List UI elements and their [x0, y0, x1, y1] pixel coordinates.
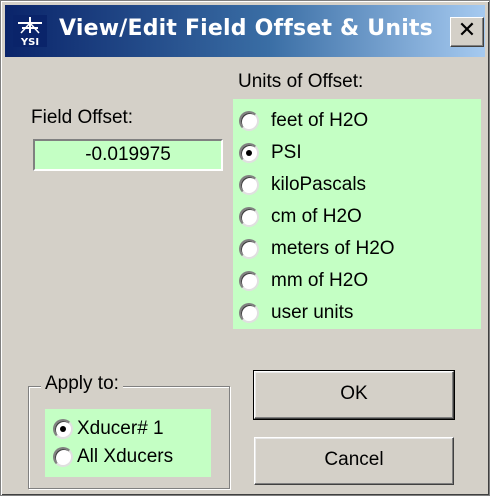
radio-selected-dot — [246, 150, 252, 156]
radio-button-selected[interactable] — [239, 143, 259, 163]
radio-button[interactable] — [239, 111, 259, 131]
radio-selected-dot — [60, 426, 66, 432]
ysi-logo-text: YSI — [20, 37, 39, 47]
radio-button[interactable] — [239, 207, 259, 227]
radio-button[interactable] — [239, 271, 259, 291]
radio-button[interactable] — [53, 447, 73, 467]
ok-button[interactable]: OK — [253, 370, 455, 420]
units-of-offset-label: Units of Offset: — [238, 71, 364, 92]
radio-button[interactable] — [239, 239, 259, 259]
radio-button[interactable] — [239, 175, 259, 195]
apply-to-label: Apply to: — [41, 373, 123, 395]
window-title: View/Edit Field Offset & Units — [59, 16, 433, 41]
close-button[interactable]: ✕ — [450, 17, 484, 47]
radio-button[interactable] — [239, 303, 259, 323]
dialog-window: YSI View/Edit Field Offset & Units ✕ Fie… — [0, 0, 490, 496]
apply-to-radio-group: Xducer# 1 All Xducers — [45, 409, 211, 477]
units-radio-group: feet of H2O PSI kiloPascals cm of H2O me… — [233, 99, 481, 329]
field-offset-input[interactable]: -0.019975 — [33, 139, 223, 171]
cancel-button[interactable]: Cancel — [254, 437, 454, 485]
ysi-app-icon: YSI — [13, 15, 47, 47]
radio-button-selected[interactable] — [53, 419, 73, 439]
title-bar[interactable]: YSI View/Edit Field Offset & Units ✕ — [5, 5, 485, 57]
field-offset-label: Field Offset: — [31, 107, 134, 128]
